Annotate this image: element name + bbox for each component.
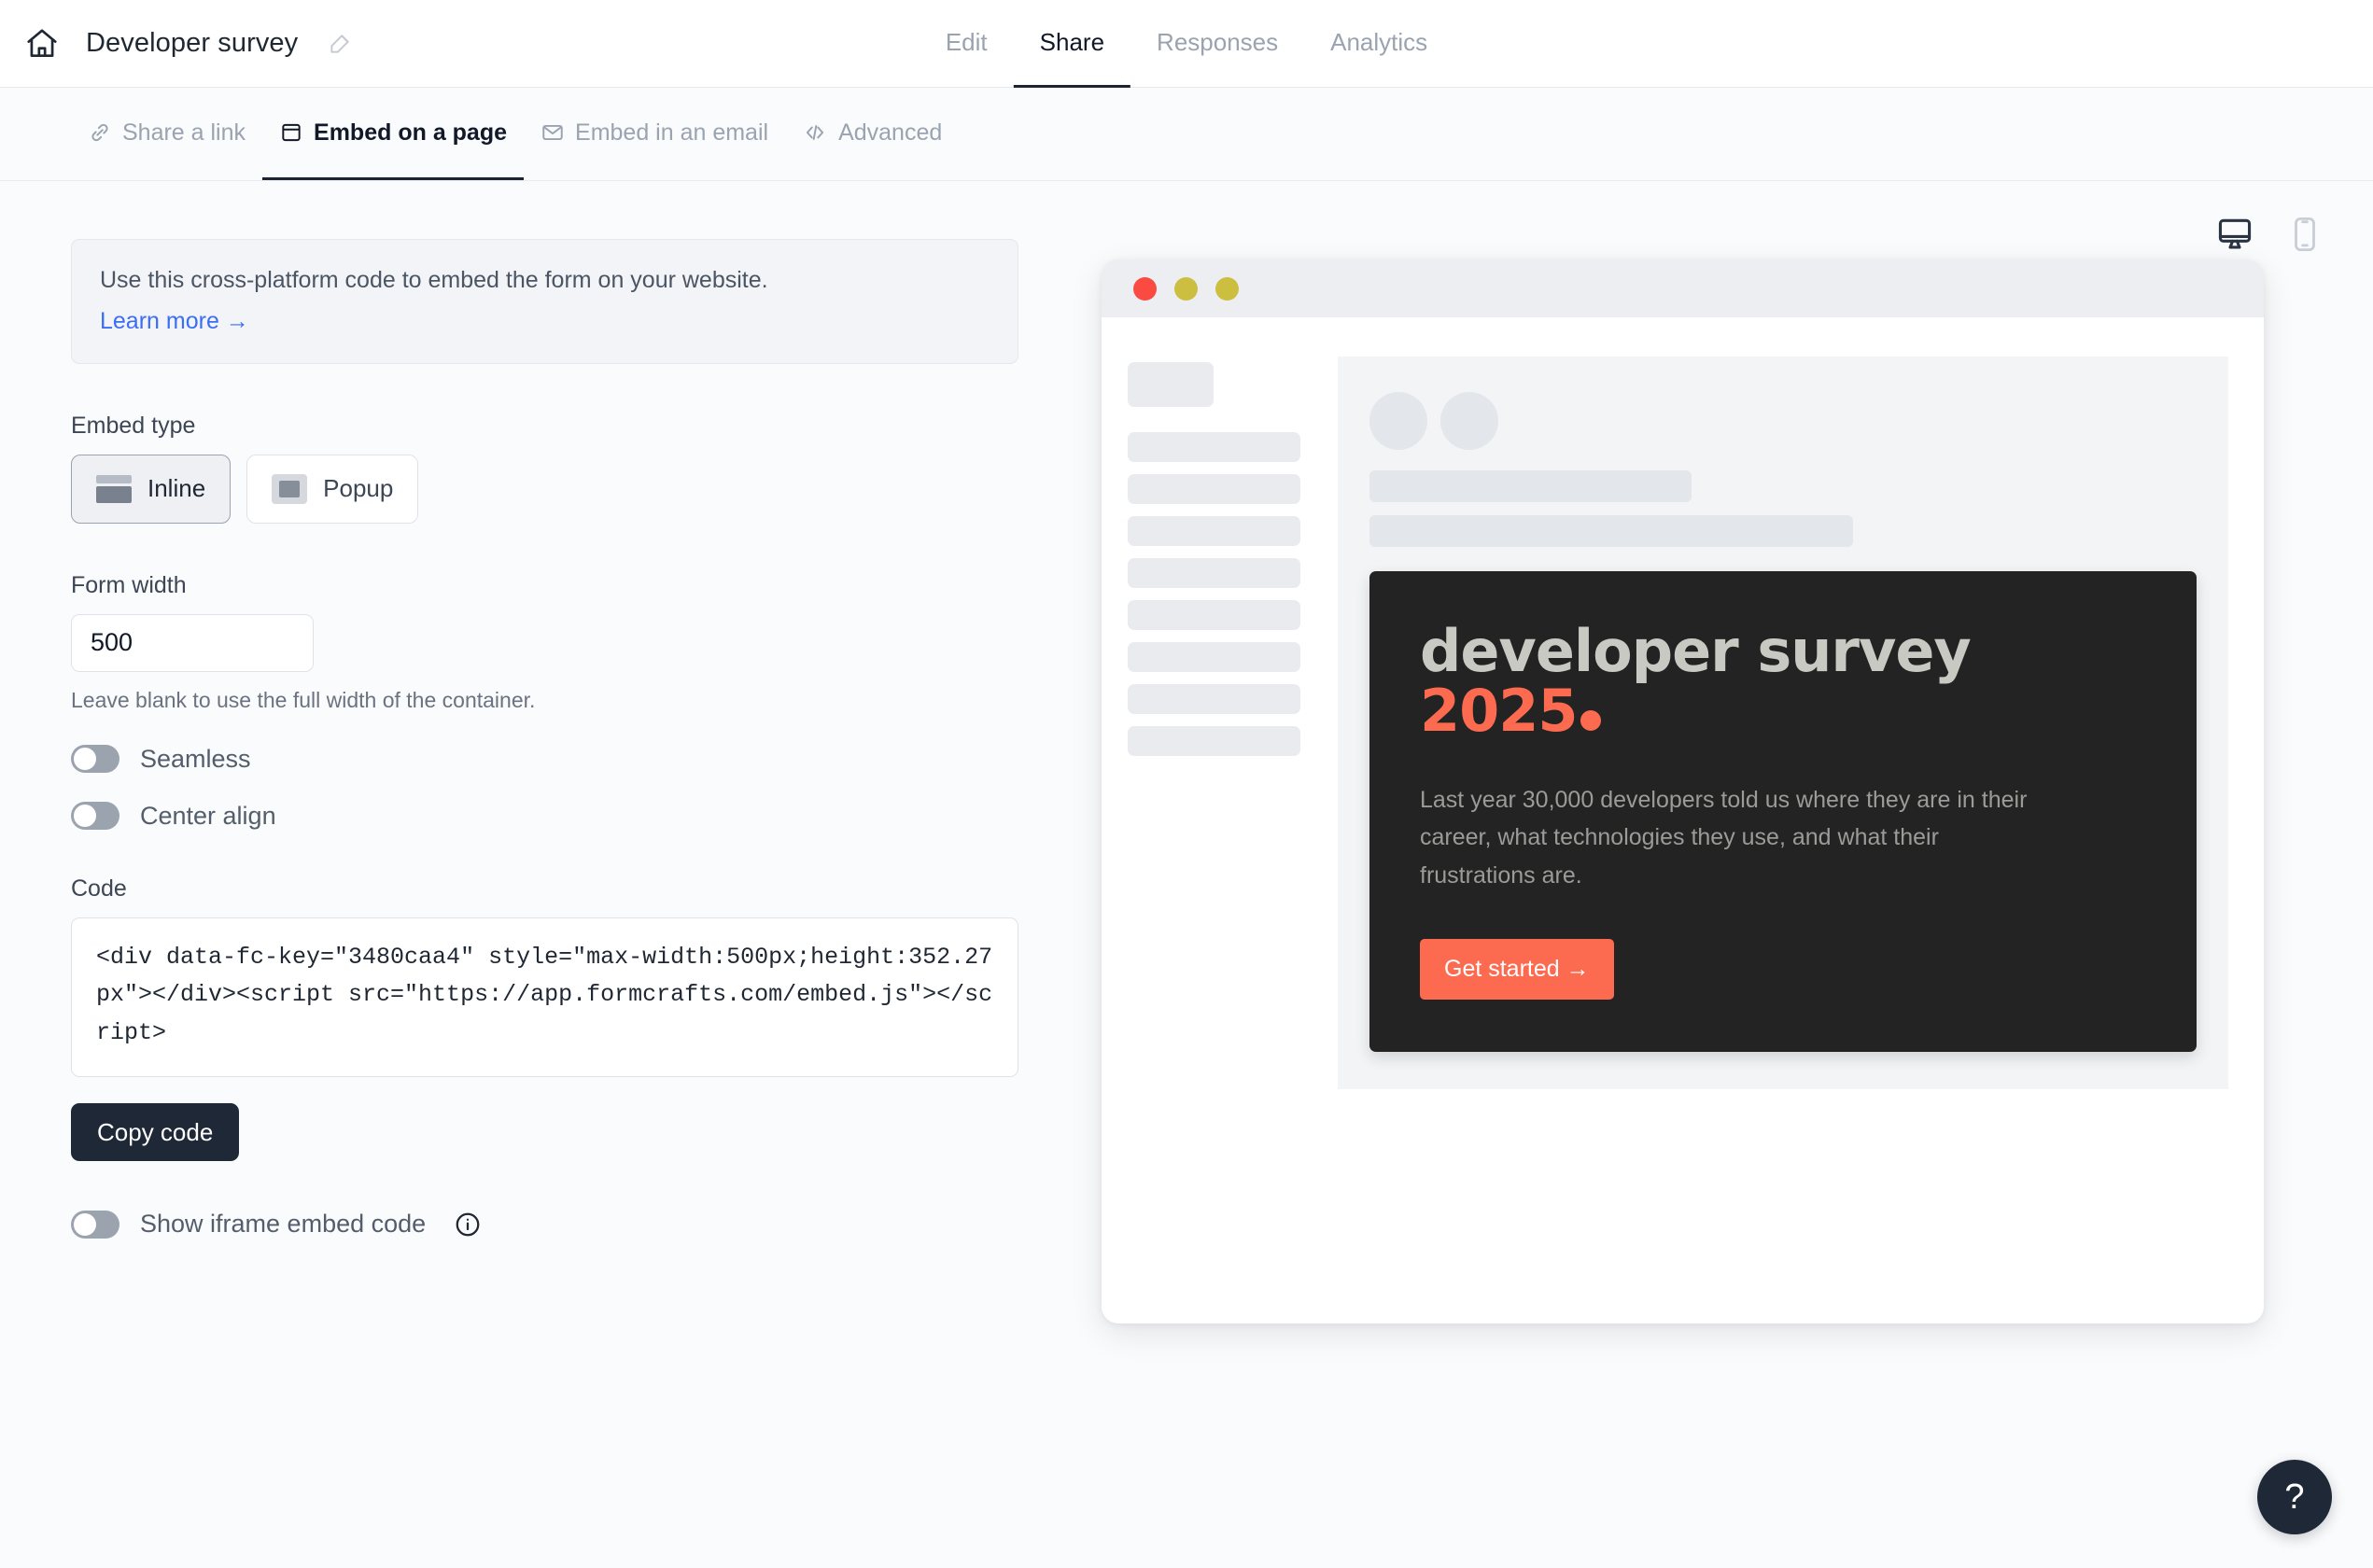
skeleton-bar <box>1369 515 1853 547</box>
browser-content: developer survey 2025 Last year 30,000 d… <box>1102 317 2264 1090</box>
skeleton-avatars <box>1369 392 2197 450</box>
skeleton-block <box>1128 474 1300 504</box>
settings-column: Use this cross-platform code to embed th… <box>0 181 1102 1568</box>
info-banner-text: Use this cross-platform code to embed th… <box>100 267 768 293</box>
center-align-toggle[interactable] <box>71 802 119 831</box>
window-dot-close <box>1133 276 1157 301</box>
survey-preview-card: developer survey 2025 Last year 30,000 d… <box>1369 571 2197 1053</box>
seamless-label: Seamless <box>140 744 251 773</box>
link-icon <box>88 120 112 145</box>
copy-code-button[interactable]: Copy code <box>71 1103 240 1162</box>
code-group: Code <div data-fc-key="3480caa4" style="… <box>71 875 1102 1162</box>
subtab-advanced[interactable]: Advanced <box>785 88 959 180</box>
skeleton-block <box>1128 600 1300 630</box>
get-started-button[interactable]: Get started → <box>1420 939 1614 1001</box>
survey-heading: developer survey 2025 <box>1420 621 2146 742</box>
envelope-icon <box>541 120 565 145</box>
embed-type-options: Inline Popup <box>71 454 1102 524</box>
survey-heading-line1: developer survey <box>1420 617 1972 685</box>
form-preview-panel: developer survey 2025 Last year 30,000 d… <box>1338 357 2228 1090</box>
embed-type-option-label: Inline <box>147 474 206 503</box>
skeleton-block <box>1128 642 1300 672</box>
embed-type-group: Embed type Inline Popup <box>71 413 1102 524</box>
embed-type-option-label: Popup <box>323 474 394 503</box>
skeleton-circle <box>1369 392 1427 450</box>
tab-responses[interactable]: Responses <box>1130 0 1304 88</box>
embed-code-text: <div data-fc-key="3480caa4" style="max-w… <box>96 943 993 1046</box>
accent-dot-icon <box>1580 710 1601 732</box>
tab-share[interactable]: Share <box>1013 0 1131 88</box>
form-width-group: Form width Leave blank to use the full w… <box>71 572 1102 713</box>
mobile-icon[interactable] <box>2293 217 2317 255</box>
code-label: Code <box>71 875 127 902</box>
show-iframe-embed-code-label: Show iframe embed code <box>140 1210 427 1239</box>
subtab-label: Embed on a page <box>314 119 508 146</box>
subtab-label: Share a link <box>122 119 246 146</box>
device-toggle-group <box>2216 217 2317 255</box>
embed-type-label: Embed type <box>71 412 196 439</box>
skeleton-circle <box>1440 392 1498 450</box>
embed-type-popup-button[interactable]: Popup <box>246 454 419 524</box>
skeleton-block <box>1128 684 1300 714</box>
desktop-icon[interactable] <box>2216 217 2254 254</box>
survey-heading-line2: 2025 <box>1420 681 2146 741</box>
seamless-toggle[interactable] <box>71 745 119 774</box>
subtab-label: Embed in an email <box>575 119 769 146</box>
seamless-toggle-row[interactable]: Seamless <box>71 745 1102 774</box>
skeleton-block <box>1128 726 1300 756</box>
show-iframe-embed-code-toggle[interactable] <box>71 1210 119 1239</box>
top-bar: Developer survey Edit Share Responses An… <box>0 0 2373 88</box>
tab-edit[interactable]: Edit <box>920 0 1014 88</box>
browser-mockup: developer survey 2025 Last year 30,000 d… <box>1102 259 2264 1323</box>
browser-chrome <box>1102 259 2264 317</box>
main-tabs: Edit Share Responses Analytics <box>920 0 1453 88</box>
skeleton-bar <box>1369 470 1692 502</box>
form-width-help: Leave blank to use the full width of the… <box>71 687 536 712</box>
skeleton-block <box>1128 558 1300 588</box>
help-button[interactable]: ? <box>2257 1460 2332 1534</box>
subtab-share-a-link[interactable]: Share a link <box>71 88 262 180</box>
form-width-input[interactable] <box>71 613 314 672</box>
window-dot-maximize <box>1215 276 1239 301</box>
code-icon <box>802 120 828 145</box>
page-title: Developer survey <box>86 28 299 58</box>
skeleton-block <box>1128 516 1300 546</box>
center-align-label: Center align <box>140 801 276 830</box>
subtab-embed-on-a-page[interactable]: Embed on a page <box>262 88 525 180</box>
toggles-group: Seamless Center align <box>71 745 1102 831</box>
info-circle-icon[interactable] <box>454 1211 482 1239</box>
survey-description: Last year 30,000 developers told us wher… <box>1420 786 2028 889</box>
pencil-edit-icon[interactable] <box>324 32 352 56</box>
iframe-toggle-row[interactable]: Show iframe embed code <box>71 1210 1102 1239</box>
sub-tabs: Share a link Embed on a page Embed in an… <box>0 88 2373 181</box>
skeleton-block <box>1128 362 1214 407</box>
embed-code-box[interactable]: <div data-fc-key="3480caa4" style="max-w… <box>71 917 1018 1078</box>
preview-column: developer survey 2025 Last year 30,000 d… <box>1102 181 2373 1568</box>
embed-code-text-tail: ipt> <box>110 1018 167 1046</box>
center-align-toggle-row[interactable]: Center align <box>71 802 1102 831</box>
popup-layout-icon <box>272 473 308 504</box>
embed-type-inline-button[interactable]: Inline <box>71 454 232 524</box>
home-icon[interactable] <box>24 26 60 62</box>
skeleton-sidebar <box>1128 357 1300 1089</box>
brand-area: Developer survey <box>0 26 352 62</box>
skeleton-block <box>1128 432 1300 462</box>
subtab-embed-in-an-email[interactable]: Embed in an email <box>524 88 785 180</box>
subtab-label: Advanced <box>838 119 943 146</box>
info-banner: Use this cross-platform code to embed th… <box>71 239 1018 364</box>
learn-more-link[interactable]: Learn more → <box>100 308 249 335</box>
tab-analytics[interactable]: Analytics <box>1304 0 1453 88</box>
content-area: Use this cross-platform code to embed th… <box>0 181 2373 1568</box>
form-width-label: Form width <box>71 571 187 598</box>
window-dot-minimize <box>1174 276 1198 301</box>
window-icon <box>279 120 303 145</box>
inline-layout-icon <box>96 474 132 503</box>
